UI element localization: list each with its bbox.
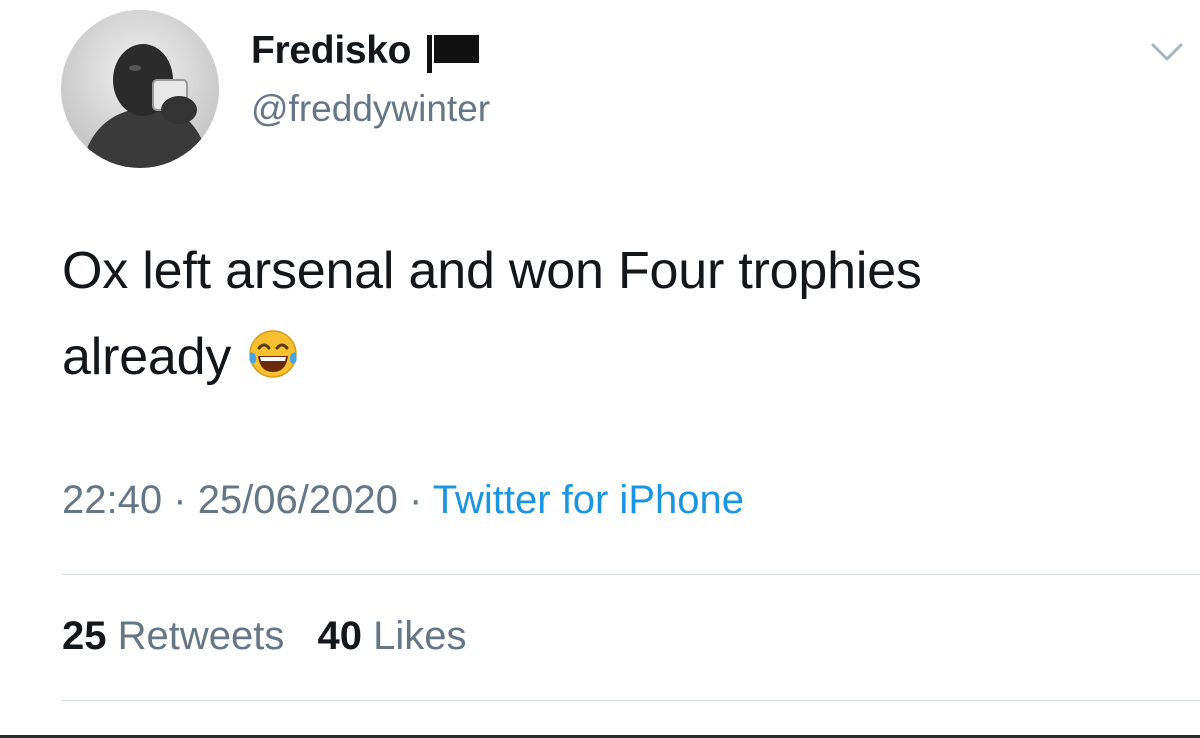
meta-separator: · — [409, 478, 423, 522]
avatar[interactable] — [61, 10, 219, 168]
author-handle[interactable]: @freddywinter — [251, 88, 490, 130]
tweet-date[interactable]: 25/06/2020 — [198, 478, 398, 522]
retweets-stat[interactable]: 25 Retweets — [62, 614, 284, 659]
retweets-label: Retweets — [117, 614, 285, 658]
tweet-card: Fredisko @freddywinter Ox left arsenal a… — [0, 0, 1200, 738]
chevron-down-icon[interactable] — [1150, 40, 1184, 64]
avatar-photo-icon — [61, 10, 219, 168]
tweet-text-line1: Ox left arsenal and won Four trophies — [62, 242, 922, 300]
tweet-source-link[interactable]: Twitter for iPhone — [433, 478, 744, 522]
divider — [62, 700, 1200, 701]
tweet-time[interactable]: 22:40 — [62, 478, 162, 522]
meta-separator: · — [173, 478, 187, 522]
tweet-stats: 25 Retweets 40 Likes — [62, 614, 489, 659]
face-with-tears-of-joy-icon — [245, 322, 301, 378]
tweet-meta: 22:40 · 25/06/2020 · Twitter for iPhone — [62, 478, 744, 523]
likes-label: Likes — [373, 614, 467, 658]
display-name[interactable]: Fredisko — [251, 29, 411, 73]
likes-count: 40 — [317, 614, 363, 658]
retweets-count: 25 — [62, 614, 107, 658]
tweet-text: Ox left arsenal and won Four trophies al… — [62, 228, 1172, 400]
divider — [62, 574, 1200, 575]
black-flag-icon — [425, 31, 481, 75]
author-name-row: Fredisko — [251, 26, 481, 76]
likes-stat[interactable]: 40 Likes — [318, 614, 467, 659]
tweet-text-line2: already — [62, 328, 232, 386]
